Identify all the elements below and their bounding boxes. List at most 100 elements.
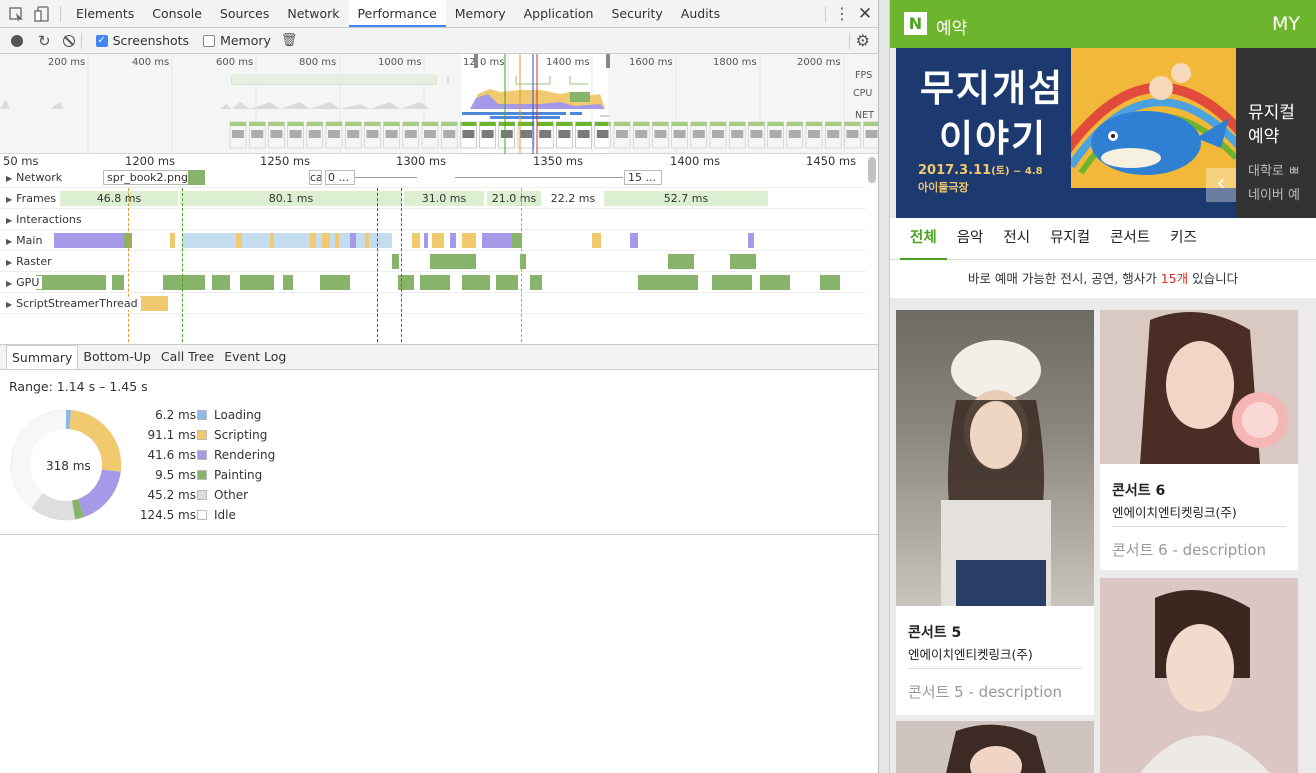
clear-icon[interactable] xyxy=(62,34,75,47)
main-task[interactable] xyxy=(748,233,754,248)
my-link[interactable]: MY xyxy=(1272,13,1300,35)
banner-prev-arrow-icon[interactable]: ‹ xyxy=(1206,168,1236,202)
track-frames[interactable]: ▶ Frames 46.8 ms 80.1 ms 31.0 ms 21.0 ms … xyxy=(0,188,866,209)
main-task[interactable] xyxy=(170,233,175,248)
marker-line xyxy=(521,188,522,342)
main-task[interactable] xyxy=(432,233,444,248)
tab-console[interactable]: Console xyxy=(143,0,211,27)
track-main[interactable]: ▶ Main xyxy=(0,230,866,251)
main-task[interactable] xyxy=(236,233,242,248)
gpu-task[interactable] xyxy=(820,275,840,290)
main-task[interactable] xyxy=(365,233,369,248)
close-devtools-icon[interactable]: ✕ xyxy=(852,4,878,24)
main-task[interactable] xyxy=(350,233,356,248)
panel-splitter[interactable] xyxy=(878,0,890,773)
raster-task[interactable] xyxy=(730,254,756,269)
tab-memory[interactable]: Memory xyxy=(446,0,515,27)
raster-task[interactable] xyxy=(392,254,399,269)
track-scriptstreamer[interactable]: ▶ ScriptStreamerThread xyxy=(0,293,866,314)
tab-event-log[interactable]: Event Log xyxy=(219,345,291,369)
gpu-task[interactable] xyxy=(496,275,518,290)
raster-task[interactable] xyxy=(430,254,476,269)
category-all[interactable]: 전체 xyxy=(900,218,947,260)
gpu-task[interactable] xyxy=(163,275,205,290)
gpu-task[interactable] xyxy=(112,275,124,290)
track-label: ▶ Frames xyxy=(6,192,60,205)
gpu-task[interactable] xyxy=(240,275,274,290)
main-task[interactable] xyxy=(424,233,428,248)
gpu-task[interactable] xyxy=(283,275,293,290)
frame-block[interactable]: 21.0 ms xyxy=(487,191,541,206)
raster-task[interactable] xyxy=(668,254,694,269)
device-toolbar-icon[interactable] xyxy=(32,3,54,25)
frame-block[interactable]: 80.1 ms xyxy=(180,191,402,206)
tab-call-tree[interactable]: Call Tree xyxy=(156,345,219,369)
gpu-task[interactable] xyxy=(638,275,698,290)
memory-checkbox[interactable] xyxy=(203,34,216,47)
network-request[interactable]: ca xyxy=(309,170,322,185)
track-raster[interactable]: ▶ Raster xyxy=(0,251,866,272)
tab-sources[interactable]: Sources xyxy=(211,0,278,27)
settings-gear-icon[interactable]: ⚙ xyxy=(856,31,870,50)
track-gpu-label: GPU xyxy=(16,276,40,289)
timeline-overview[interactable]: 200 ms 400 ms 600 ms 800 ms 1000 ms 12 0… xyxy=(0,54,878,154)
main-task[interactable] xyxy=(182,233,392,248)
event-card[interactable]: 콘서트 5 엔에이치엔티켓링크(주) 콘서트 5 - description xyxy=(896,310,1094,715)
main-task[interactable] xyxy=(310,233,316,248)
frame-block[interactable]: 46.8 ms xyxy=(60,191,178,206)
main-task[interactable] xyxy=(270,233,274,248)
network-request[interactable]: 0 ... xyxy=(325,170,355,185)
main-task[interactable] xyxy=(54,233,124,248)
tab-network[interactable]: Network xyxy=(278,0,348,27)
tab-elements[interactable]: Elements xyxy=(67,0,143,27)
frame-block[interactable]: 22.2 ms xyxy=(544,191,602,206)
track-network[interactable]: ▶ Network spr_book2.png ... ca 0 ... 15 .… xyxy=(0,167,866,188)
main-task[interactable] xyxy=(592,233,601,248)
main-task[interactable] xyxy=(335,233,339,248)
naver-logo[interactable]: N xyxy=(904,12,927,35)
more-options-icon[interactable]: ⋮ xyxy=(832,4,852,23)
script-task[interactable] xyxy=(140,296,168,311)
screenshots-checkbox[interactable]: ✓ xyxy=(95,34,108,47)
main-task[interactable] xyxy=(630,233,638,248)
inspect-element-icon[interactable] xyxy=(6,3,28,25)
main-task[interactable] xyxy=(322,233,330,248)
gpu-task[interactable] xyxy=(320,275,350,290)
gpu-task[interactable] xyxy=(462,275,490,290)
gpu-task[interactable] xyxy=(760,275,790,290)
banner-title-line1: 무지개섬 xyxy=(920,67,1065,110)
category-concert[interactable]: 콘서트 xyxy=(1100,218,1160,260)
category-kids[interactable]: 키즈 xyxy=(1160,218,1207,260)
gpu-task[interactable] xyxy=(420,275,450,290)
trash-icon[interactable]: 🗑 xyxy=(281,33,298,48)
track-gpu[interactable]: ▶ GPU xyxy=(0,272,866,293)
category-exhibition[interactable]: 전시 xyxy=(993,218,1040,260)
gpu-task[interactable] xyxy=(36,275,106,290)
tab-security[interactable]: Security xyxy=(602,0,671,27)
flamechart-scrollbar[interactable] xyxy=(868,157,876,183)
reload-icon[interactable]: ↻ xyxy=(38,32,51,50)
gpu-task[interactable] xyxy=(530,275,542,290)
promo-banner[interactable]: 무지개섬 이야기 2017.3.11(토) ~ 4.8 아이들극장 뮤지컬 예약… xyxy=(896,48,1316,218)
event-card[interactable] xyxy=(896,721,1094,773)
tab-application[interactable]: Application xyxy=(515,0,603,27)
tab-summary[interactable]: Summary xyxy=(6,345,79,369)
event-card[interactable]: 콘서트 6 엔에이치엔티켓링크(주) 콘서트 6 - description xyxy=(1100,310,1298,570)
main-task[interactable] xyxy=(412,233,420,248)
main-task[interactable] xyxy=(450,233,456,248)
record-icon[interactable] xyxy=(11,34,23,47)
network-request[interactable]: 15 ... xyxy=(624,170,662,185)
main-task[interactable] xyxy=(482,233,512,248)
track-interactions[interactable]: ▶ Interactions xyxy=(0,209,866,230)
category-musical[interactable]: 뮤지컬 xyxy=(1040,218,1100,260)
tab-performance[interactable]: Performance xyxy=(348,0,446,27)
frame-block[interactable]: 52.7 ms xyxy=(604,191,768,206)
tab-bottom-up[interactable]: Bottom-Up xyxy=(78,345,155,369)
category-music[interactable]: 음악 xyxy=(947,218,994,260)
gpu-task[interactable] xyxy=(712,275,752,290)
main-task[interactable] xyxy=(462,233,476,248)
event-card[interactable] xyxy=(1100,578,1298,773)
gpu-task[interactable] xyxy=(212,275,230,290)
frame-block[interactable]: 31.0 ms xyxy=(404,191,484,206)
tab-audits[interactable]: Audits xyxy=(672,0,729,27)
